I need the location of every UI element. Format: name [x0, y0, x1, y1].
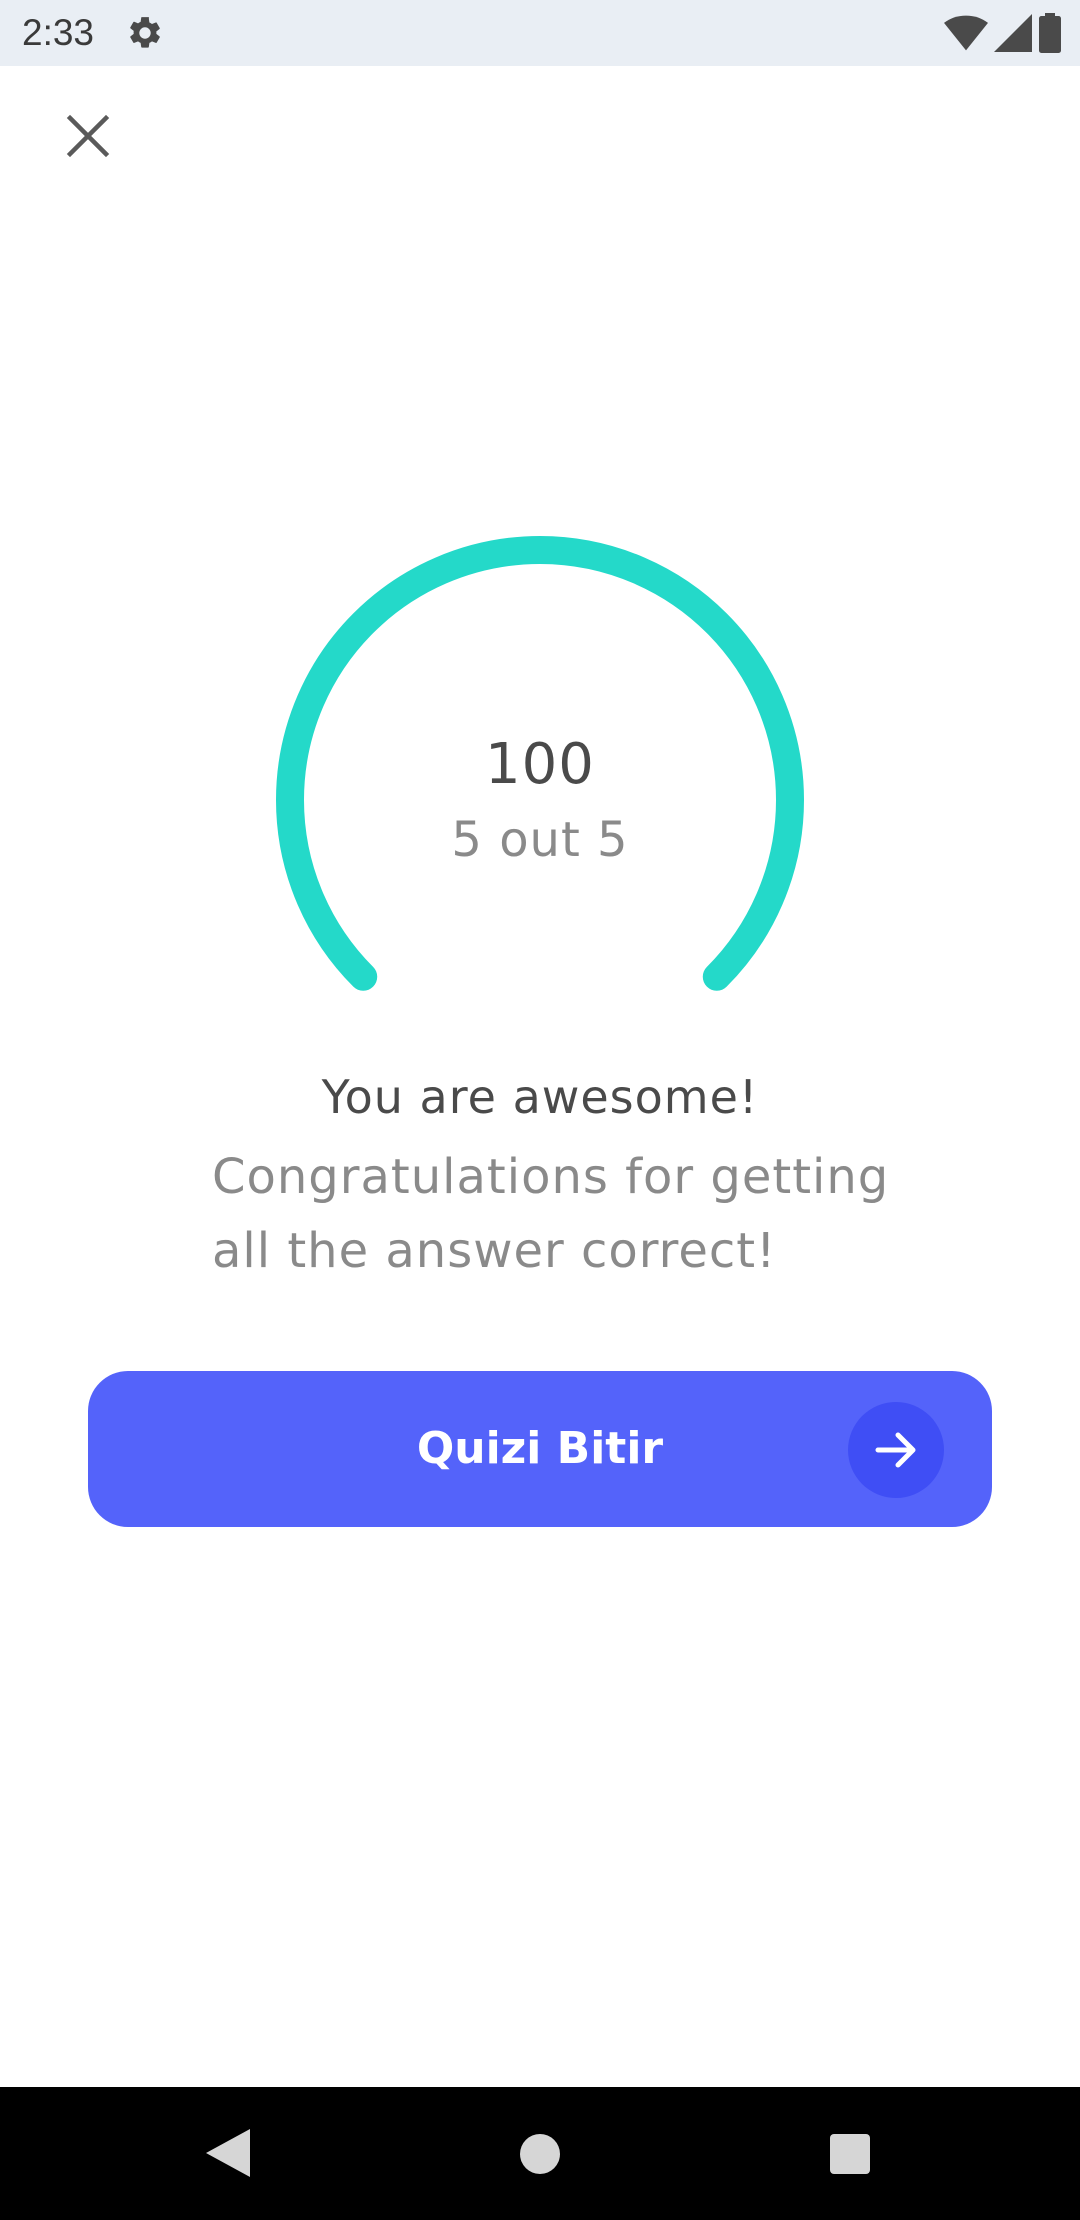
- result-message: Congratulations for getting all the answ…: [212, 1149, 890, 1279]
- close-icon: [66, 114, 110, 158]
- score-value: 100: [485, 732, 595, 797]
- wifi-icon: [944, 15, 988, 51]
- home-icon[interactable]: [519, 2133, 561, 2175]
- result-headline: You are awesome!: [321, 1070, 759, 1124]
- close-button[interactable]: [60, 108, 116, 164]
- system-nav-bar: [0, 2087, 1080, 2220]
- arrow-right-icon: [875, 1432, 916, 1468]
- status-time: 2:33: [22, 12, 95, 53]
- gear-icon: [130, 17, 160, 48]
- battery-icon: [1039, 13, 1061, 53]
- quiz-result-screen: 2:33 100 5 out 5 You are awesome! Congra…: [0, 0, 1080, 2220]
- back-icon[interactable]: [202, 2127, 252, 2179]
- finish-quiz-button[interactable]: Quizi Bitir: [88, 1371, 992, 1527]
- status-bar: 2:33: [0, 0, 1080, 66]
- recents-icon[interactable]: [829, 2133, 871, 2175]
- arrow-circle: [848, 1402, 944, 1498]
- signal-icon: [994, 14, 1032, 52]
- score-detail: 5 out 5: [451, 812, 629, 868]
- status-icons: [944, 13, 1062, 53]
